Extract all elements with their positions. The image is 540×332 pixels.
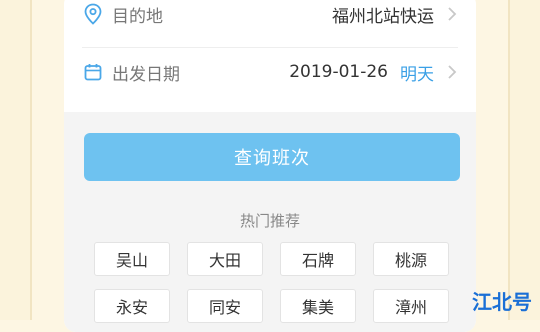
- hot-recommendations-title: 热门推荐: [239, 212, 300, 230]
- lower-panel: 查询班次 热门推荐 吴山 大田 石牌 桃源 永安 同安 集美 漳州: [64, 112, 476, 332]
- departure-date-label: 出发日期: [112, 64, 180, 85]
- query-schedule-button[interactable]: 查询班次: [84, 133, 460, 181]
- chevron-right-icon: [446, 5, 458, 23]
- right-frame-border: [508, 0, 540, 320]
- destination-value: 福州北站快运: [332, 6, 434, 27]
- calendar-icon: [82, 61, 104, 83]
- watermark-text: 江北号: [472, 290, 532, 314]
- hot-item[interactable]: 同安: [187, 289, 263, 323]
- chevron-right-icon: [446, 63, 458, 81]
- hot-item[interactable]: 漳州: [373, 289, 449, 323]
- hot-item[interactable]: 集美: [280, 289, 356, 323]
- destination-row[interactable]: 目的地 福州北站快运: [82, 0, 458, 36]
- hot-item[interactable]: 桃源: [373, 242, 449, 276]
- hot-item[interactable]: 永安: [94, 289, 170, 323]
- departure-date-value: 2019-01-26: [289, 62, 388, 82]
- destination-label: 目的地: [112, 6, 163, 27]
- relative-day-label: 明天: [400, 64, 434, 85]
- departure-date-row[interactable]: 出发日期 2019-01-26 明天: [82, 50, 458, 94]
- hot-item[interactable]: 吴山: [94, 242, 170, 276]
- search-card: 目的地 福州北站快运 出发日期 2019-01-26 明天 查询班次 热门推荐 …: [64, 0, 476, 332]
- row-divider: [82, 47, 458, 48]
- hot-item[interactable]: 石牌: [280, 242, 356, 276]
- left-frame-border: [0, 0, 32, 320]
- location-pin-icon: [82, 3, 104, 25]
- hot-item[interactable]: 大田: [187, 242, 263, 276]
